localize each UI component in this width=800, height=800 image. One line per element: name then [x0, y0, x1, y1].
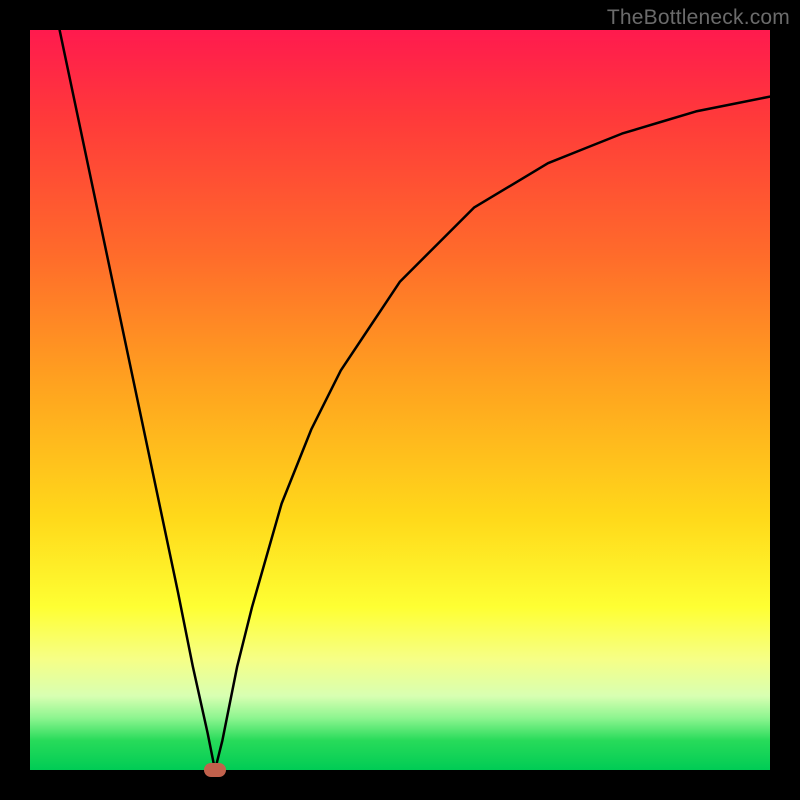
watermark-label: TheBottleneck.com [607, 6, 790, 30]
image-frame: TheBottleneck.com [0, 0, 800, 800]
bottleneck-curve [30, 30, 770, 770]
gradient-plot-area [30, 30, 770, 770]
optimum-marker [204, 763, 226, 777]
